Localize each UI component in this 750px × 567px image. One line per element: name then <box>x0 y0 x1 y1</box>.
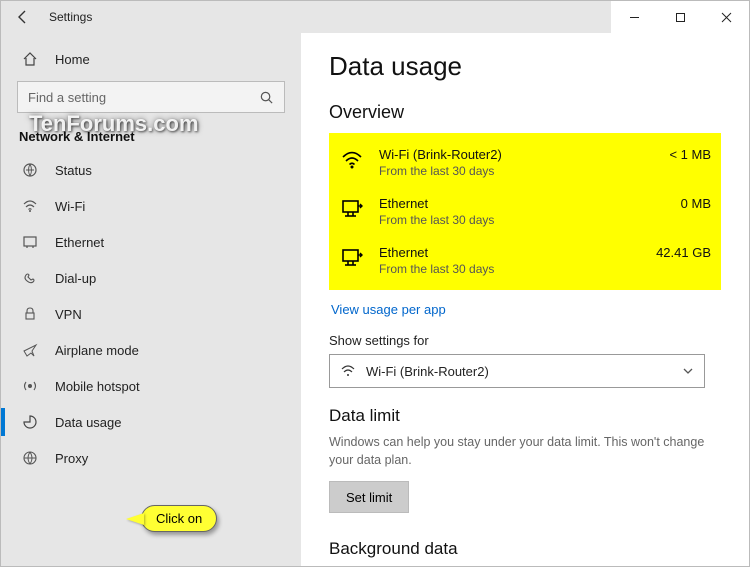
data-limit-heading: Data limit <box>329 406 721 426</box>
chevron-down-icon <box>682 365 694 377</box>
sidebar-item-label: Proxy <box>55 451 88 466</box>
overview-name: Wi-Fi (Brink-Router2) <box>379 147 655 162</box>
overview-row[interactable]: Ethernet From the last 30 days 42.41 GB <box>339 237 711 286</box>
sidebar-item-ethernet[interactable]: Ethernet <box>1 224 301 260</box>
minimize-button[interactable] <box>611 1 657 33</box>
select-value: Wi-Fi (Brink-Router2) <box>366 364 489 379</box>
overview-value: 42.41 GB <box>656 245 711 260</box>
ethernet-icon <box>339 245 365 271</box>
airplane-icon <box>21 341 39 359</box>
window-controls <box>611 1 749 33</box>
set-limit-button[interactable]: Set limit <box>329 481 409 513</box>
settings-content: Data usage Overview Wi-Fi (Brink-Router2… <box>301 33 749 566</box>
sidebar-item-label: Home <box>55 52 90 67</box>
sidebar-item-label: Ethernet <box>55 235 104 250</box>
show-settings-label: Show settings for <box>329 333 721 348</box>
sidebar-item-home[interactable]: Home <box>1 41 301 77</box>
overview-sub: From the last 30 days <box>379 262 642 276</box>
overview-name: Ethernet <box>379 245 642 260</box>
overview-row[interactable]: Ethernet From the last 30 days 0 MB <box>339 188 711 237</box>
overview-row[interactable]: Wi-Fi (Brink-Router2) From the last 30 d… <box>339 139 711 188</box>
overview-name: Ethernet <box>379 196 667 211</box>
maximize-button[interactable] <box>657 1 703 33</box>
data-limit-desc: Windows can help you stay under your dat… <box>329 434 709 469</box>
background-data-heading: Background data <box>329 539 721 559</box>
search-placeholder: Find a setting <box>28 90 106 105</box>
sidebar-item-label: Wi-Fi <box>55 199 85 214</box>
sidebar-item-label: Status <box>55 163 92 178</box>
wifi-icon <box>340 363 356 379</box>
title-bar: Settings <box>1 1 749 33</box>
search-input[interactable]: Find a setting <box>17 81 285 113</box>
wifi-icon <box>21 197 39 215</box>
sidebar-item-dialup[interactable]: Dial-up <box>1 260 301 296</box>
settings-sidebar: Home Find a setting Network & Internet S… <box>1 33 301 566</box>
sidebar-item-wifi[interactable]: Wi-Fi <box>1 188 301 224</box>
status-icon <box>21 161 39 179</box>
vpn-icon <box>21 305 39 323</box>
show-settings-select[interactable]: Wi-Fi (Brink-Router2) <box>329 354 705 388</box>
sidebar-item-label: VPN <box>55 307 82 322</box>
overview-heading: Overview <box>329 102 721 123</box>
overview-list: Wi-Fi (Brink-Router2) From the last 30 d… <box>329 133 721 290</box>
search-icon <box>259 90 274 105</box>
hotspot-icon <box>21 377 39 395</box>
proxy-icon <box>21 449 39 467</box>
overview-value: < 1 MB <box>669 147 711 162</box>
sidebar-item-label: Data usage <box>55 415 122 430</box>
sidebar-item-airplane[interactable]: Airplane mode <box>1 332 301 368</box>
sidebar-item-label: Mobile hotspot <box>55 379 140 394</box>
sidebar-category: Network & Internet <box>1 121 301 152</box>
sidebar-item-proxy[interactable]: Proxy <box>1 440 301 476</box>
sidebar-item-hotspot[interactable]: Mobile hotspot <box>1 368 301 404</box>
back-button[interactable] <box>1 1 45 33</box>
sidebar-item-vpn[interactable]: VPN <box>1 296 301 332</box>
sidebar-item-label: Dial-up <box>55 271 96 286</box>
overview-sub: From the last 30 days <box>379 213 667 227</box>
window-title: Settings <box>45 10 92 24</box>
ethernet-icon <box>339 196 365 222</box>
data-usage-icon <box>21 413 39 431</box>
callout-text: Click on <box>156 511 202 526</box>
overview-value: 0 MB <box>681 196 711 211</box>
sidebar-item-status[interactable]: Status <box>1 152 301 188</box>
home-icon <box>21 50 39 68</box>
view-per-app-link[interactable]: View usage per app <box>331 302 446 317</box>
sidebar-item-label: Airplane mode <box>55 343 139 358</box>
page-title: Data usage <box>329 51 721 82</box>
overview-sub: From the last 30 days <box>379 164 655 178</box>
close-button[interactable] <box>703 1 749 33</box>
ethernet-icon <box>21 233 39 251</box>
dialup-icon <box>21 269 39 287</box>
sidebar-item-data-usage[interactable]: Data usage <box>1 404 301 440</box>
annotation-callout: Click on <box>141 505 217 532</box>
wifi-icon <box>339 147 365 173</box>
